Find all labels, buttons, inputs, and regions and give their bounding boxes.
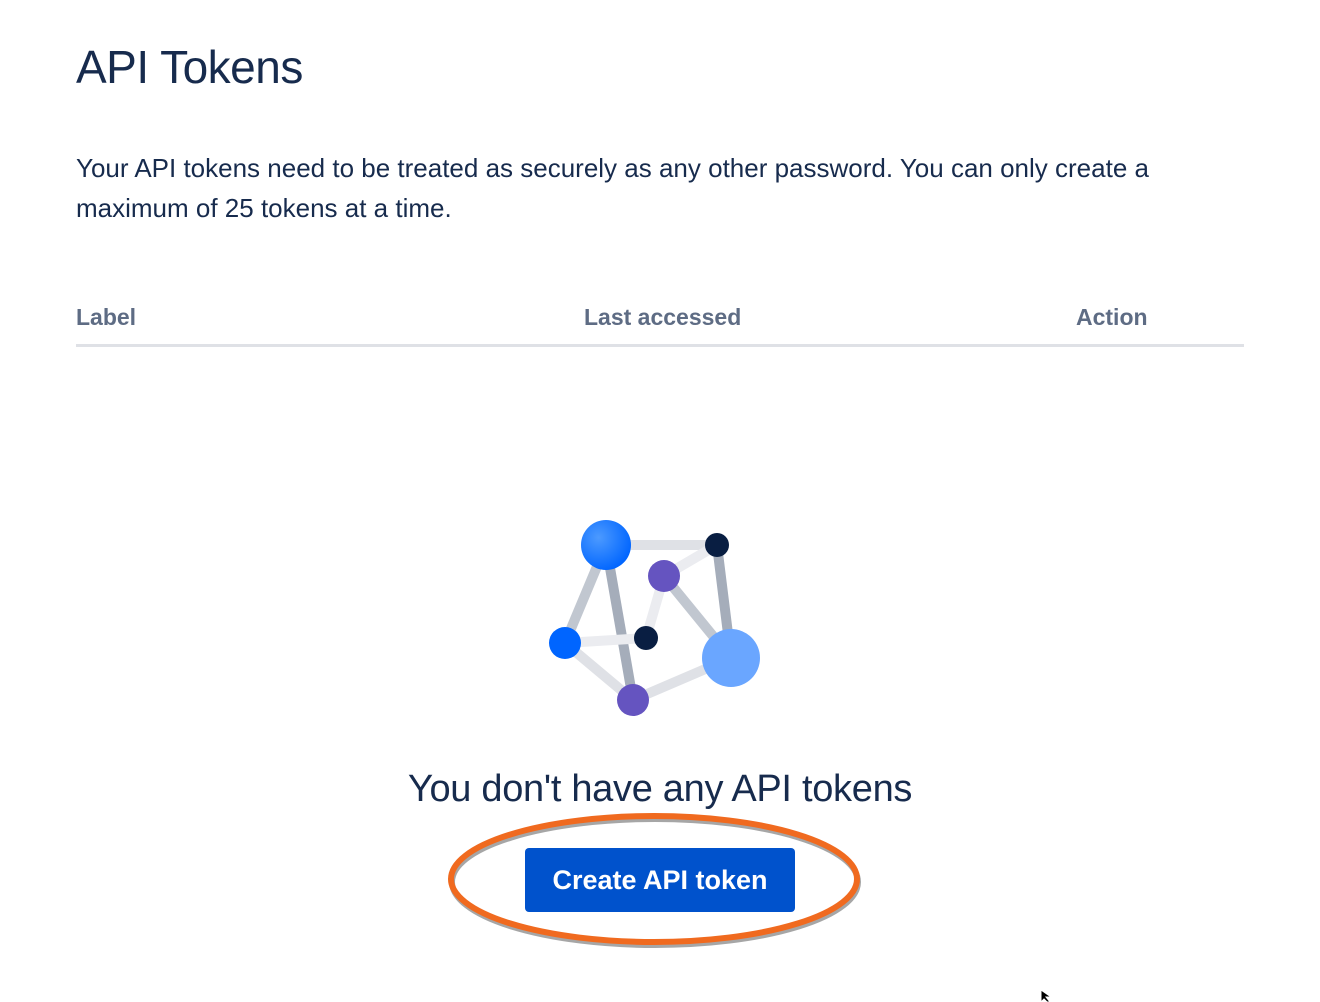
column-header-action: Action bbox=[1076, 304, 1148, 330]
tokens-table-header: Label Last accessed Action bbox=[76, 300, 1244, 347]
node-circle bbox=[648, 560, 680, 592]
page-description: Your API tokens need to be treated as se… bbox=[76, 153, 1149, 223]
page-title: API Tokens bbox=[76, 41, 303, 93]
node-circle bbox=[705, 533, 729, 557]
node-circle bbox=[617, 684, 649, 716]
column-header-last-accessed[interactable]: Last accessed bbox=[584, 304, 741, 331]
network-nodes-icon bbox=[549, 520, 760, 716]
empty-state-title: You don't have any API tokens bbox=[407, 768, 913, 810]
api-tokens-page: API Tokens Your API tokens need to be tr… bbox=[0, 0, 1320, 1002]
node-circle bbox=[702, 629, 760, 687]
node-circle bbox=[634, 626, 658, 650]
create-api-token-button[interactable]: Create API token bbox=[525, 848, 795, 912]
column-header-label[interactable]: Label bbox=[76, 304, 136, 331]
node-circle bbox=[581, 520, 631, 570]
mouse-cursor-icon bbox=[1040, 990, 1053, 1002]
node-circle bbox=[549, 627, 581, 659]
